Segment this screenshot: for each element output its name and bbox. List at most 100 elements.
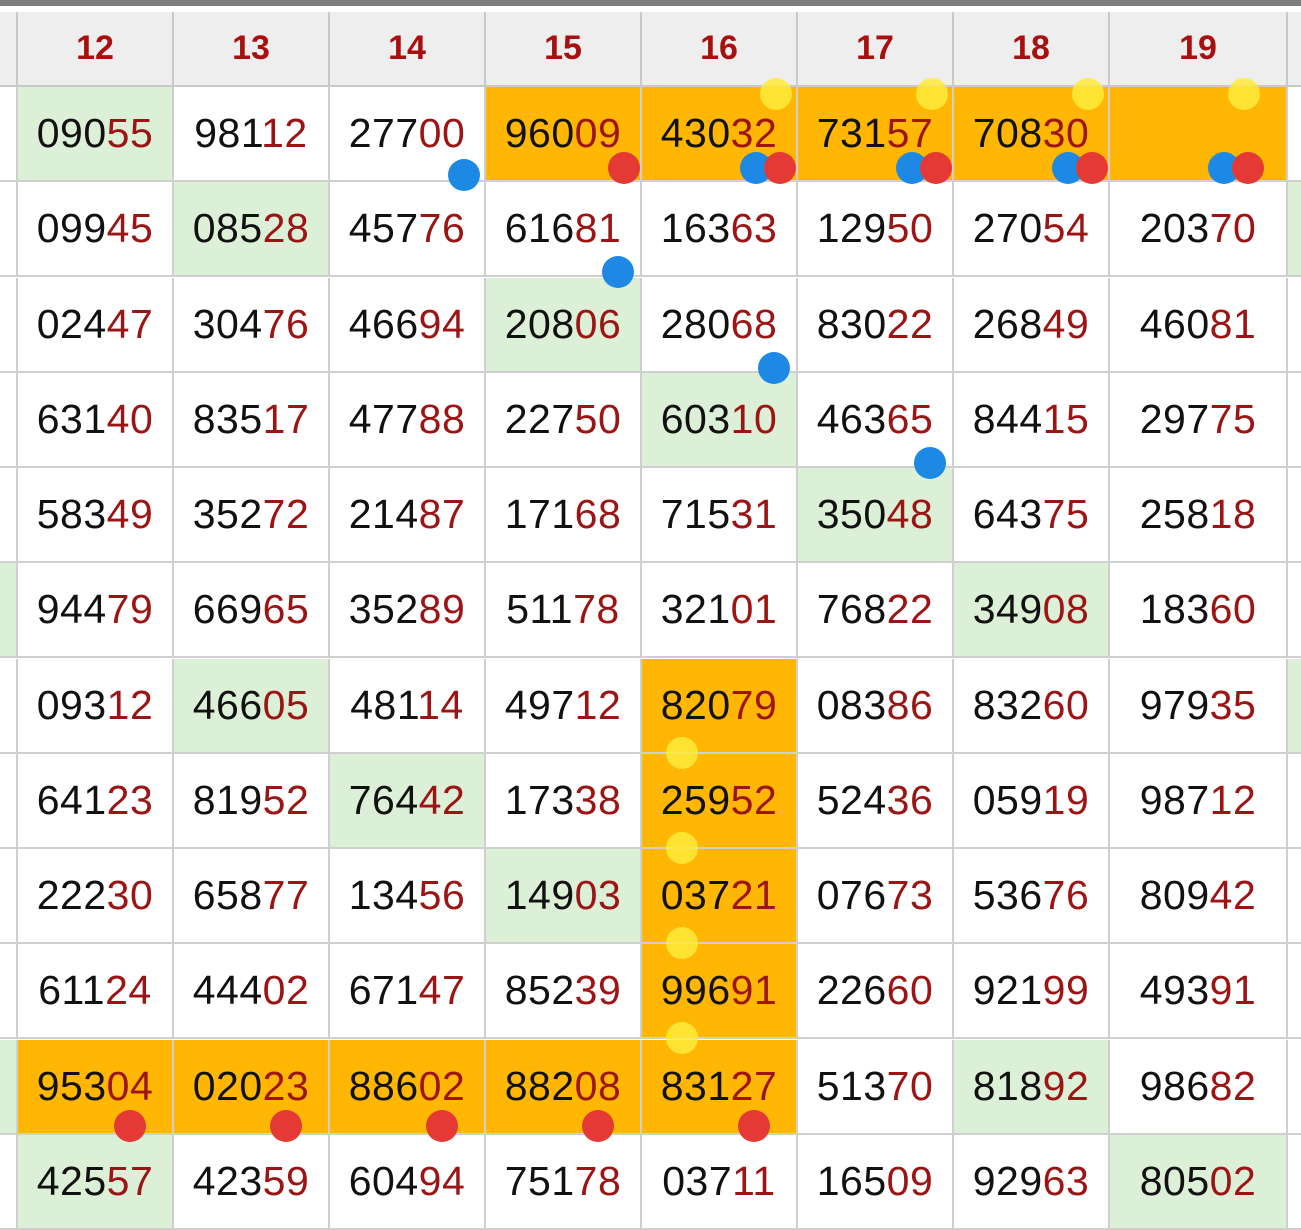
result-cell: 88602	[330, 1039, 486, 1135]
result-number: 02023	[193, 1063, 310, 1110]
number-tail: 91	[1209, 967, 1257, 1014]
number-head: 090	[36, 110, 107, 156]
result-cell: 14903	[486, 849, 642, 944]
number-tail: 79	[106, 586, 154, 633]
number-tail: 86	[886, 681, 934, 728]
number-head: 944	[36, 586, 107, 633]
number-tail: 30	[106, 872, 154, 918]
number-tail: 81	[1209, 300, 1257, 347]
number-tail: 77	[262, 872, 310, 918]
result-cell: 80502	[1110, 1134, 1288, 1230]
result-number: 73157	[817, 110, 934, 157]
result-number: 46605	[193, 682, 310, 729]
number-tail: 65	[886, 395, 934, 442]
number-head: 173	[504, 776, 575, 823]
result-number: 61124	[38, 967, 151, 1014]
result-number: 92963	[973, 1158, 1090, 1205]
red-marker-dot	[920, 152, 952, 184]
right-edge-cell	[1288, 563, 1301, 659]
number-tail: 36	[886, 776, 934, 823]
right-edge-cell	[1288, 754, 1301, 849]
left-edge-cell	[0, 87, 18, 182]
result-number: 67147	[349, 967, 466, 1014]
yellow-marker-dot	[666, 736, 698, 769]
left-edge-cell	[0, 372, 18, 468]
result-cell: 81952	[174, 753, 330, 849]
left-edge-cell	[0, 277, 18, 373]
result-number: 20370	[1140, 205, 1257, 252]
number-head: 820	[660, 681, 731, 728]
number-head: 149	[504, 872, 575, 918]
result-number: 75178	[505, 1158, 622, 1205]
result-cell: 20370	[1110, 182, 1288, 278]
result-cell: 98682	[1110, 1039, 1288, 1135]
number-tail: 10	[730, 395, 778, 442]
number-tail: 78	[574, 1157, 622, 1204]
number-head: 457	[348, 205, 419, 252]
right-edge-cell	[1288, 87, 1301, 182]
number-tail: 08	[1042, 586, 1090, 633]
result-cell: 49391	[1110, 944, 1288, 1040]
number-head: 886	[348, 1062, 419, 1109]
number-tail: 60	[1042, 681, 1090, 728]
number-head: 020	[192, 1062, 263, 1109]
number-tail: 88	[418, 395, 466, 442]
number-head: 882	[504, 1062, 575, 1109]
result-cell: 45776	[330, 182, 486, 278]
number-tail: 73	[886, 872, 934, 918]
left-edge-cell	[0, 1134, 18, 1230]
number-head: 430	[660, 110, 731, 156]
number-head: 259	[660, 776, 731, 823]
left-header-stub	[0, 12, 18, 85]
result-number: 97935	[1140, 682, 1257, 729]
result-cell: 66965	[174, 563, 330, 659]
number-head: 996	[660, 967, 731, 1014]
number-head: 497	[504, 681, 575, 728]
result-cell: 88208	[486, 1039, 642, 1135]
number-head: 076	[816, 872, 887, 918]
result-number: 47788	[349, 396, 466, 443]
number-tail: 82	[1209, 1062, 1257, 1109]
number-tail: 03	[574, 872, 622, 918]
number-head: 214	[348, 491, 419, 537]
number-head: 805	[1139, 1157, 1210, 1204]
number-tail: 40	[106, 395, 154, 442]
result-number: 09945	[37, 205, 154, 252]
number-head: 643	[972, 491, 1043, 537]
result-number: 20806	[505, 301, 622, 348]
number-head: 134	[348, 872, 419, 918]
number-head: 085	[192, 205, 263, 252]
number-head: 203	[1139, 205, 1210, 252]
number-tail: 28	[262, 205, 310, 252]
blue-marker-dot	[602, 256, 634, 289]
result-number: 46694	[349, 301, 466, 348]
result-cell: 65877	[174, 849, 330, 944]
number-tail: 42	[418, 776, 466, 823]
result-number: 27054	[973, 205, 1090, 252]
result-cell: 97935	[1110, 658, 1288, 754]
result-number: 42359	[193, 1158, 310, 1205]
number-tail: 60	[886, 967, 934, 1014]
number-tail: 63	[1042, 1157, 1090, 1204]
result-number: 27700	[349, 110, 466, 157]
number-tail: 60	[1209, 586, 1257, 633]
left-edge-cell	[0, 753, 18, 849]
result-cell: 35272	[174, 468, 330, 563]
column-header: 16	[642, 12, 798, 85]
number-tail: 76	[1042, 872, 1090, 918]
number-tail: 52	[730, 776, 778, 823]
number-head: 463	[816, 395, 887, 442]
number-tail: 06	[574, 300, 622, 347]
result-cell: 46081	[1110, 277, 1288, 373]
result-number: 98712	[1140, 777, 1257, 824]
right-edge-cell	[1288, 658, 1301, 754]
result-cell: 51178	[486, 563, 642, 659]
number-head: 583	[36, 491, 107, 537]
number-head: 832	[972, 681, 1043, 728]
right-edge-cell	[1288, 1135, 1301, 1230]
number-head: 929	[972, 1157, 1043, 1204]
result-cell: 02447	[18, 277, 174, 373]
left-edge-cell	[0, 658, 18, 754]
number-tail: 11	[732, 1157, 776, 1204]
left-edge-cell	[0, 1039, 18, 1135]
